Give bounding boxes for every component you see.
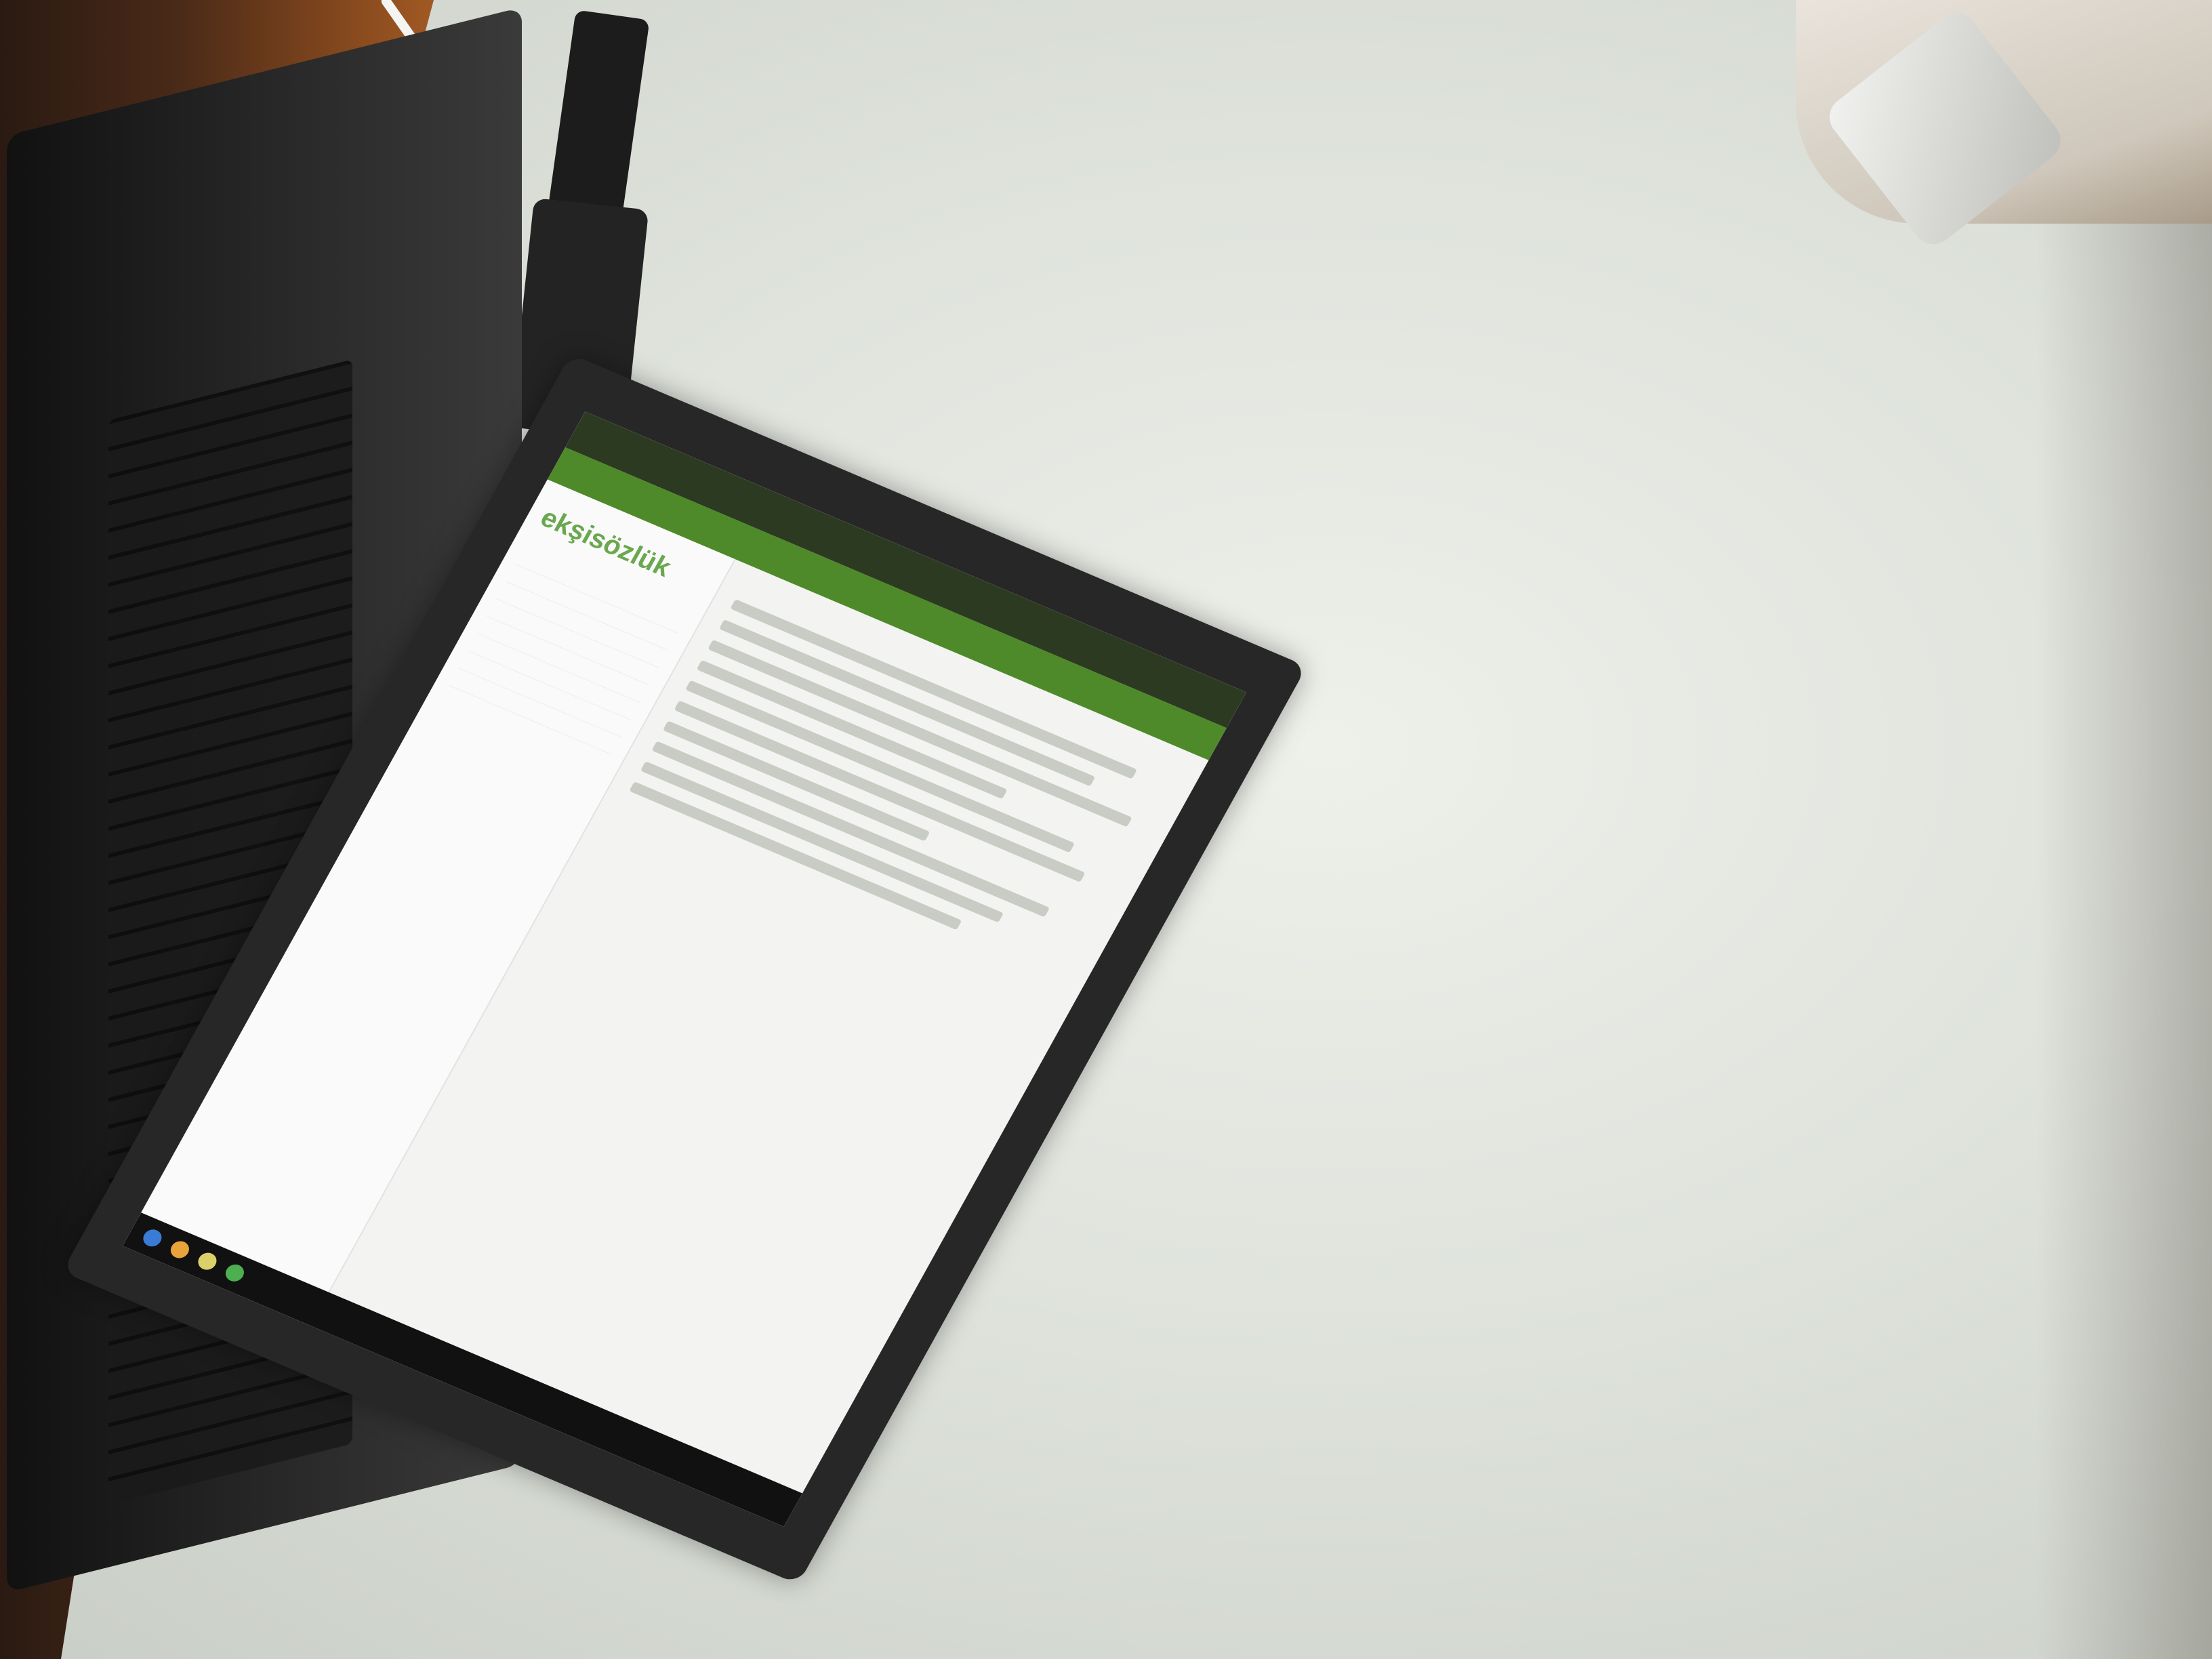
- text-line: [662, 720, 930, 842]
- files-icon[interactable]: [194, 1250, 220, 1273]
- app-icon[interactable]: [222, 1261, 247, 1284]
- start-icon[interactable]: [140, 1227, 165, 1250]
- browser-icon[interactable]: [167, 1238, 192, 1261]
- text-line: [685, 680, 1075, 853]
- wall-shadow: [2036, 0, 2212, 1659]
